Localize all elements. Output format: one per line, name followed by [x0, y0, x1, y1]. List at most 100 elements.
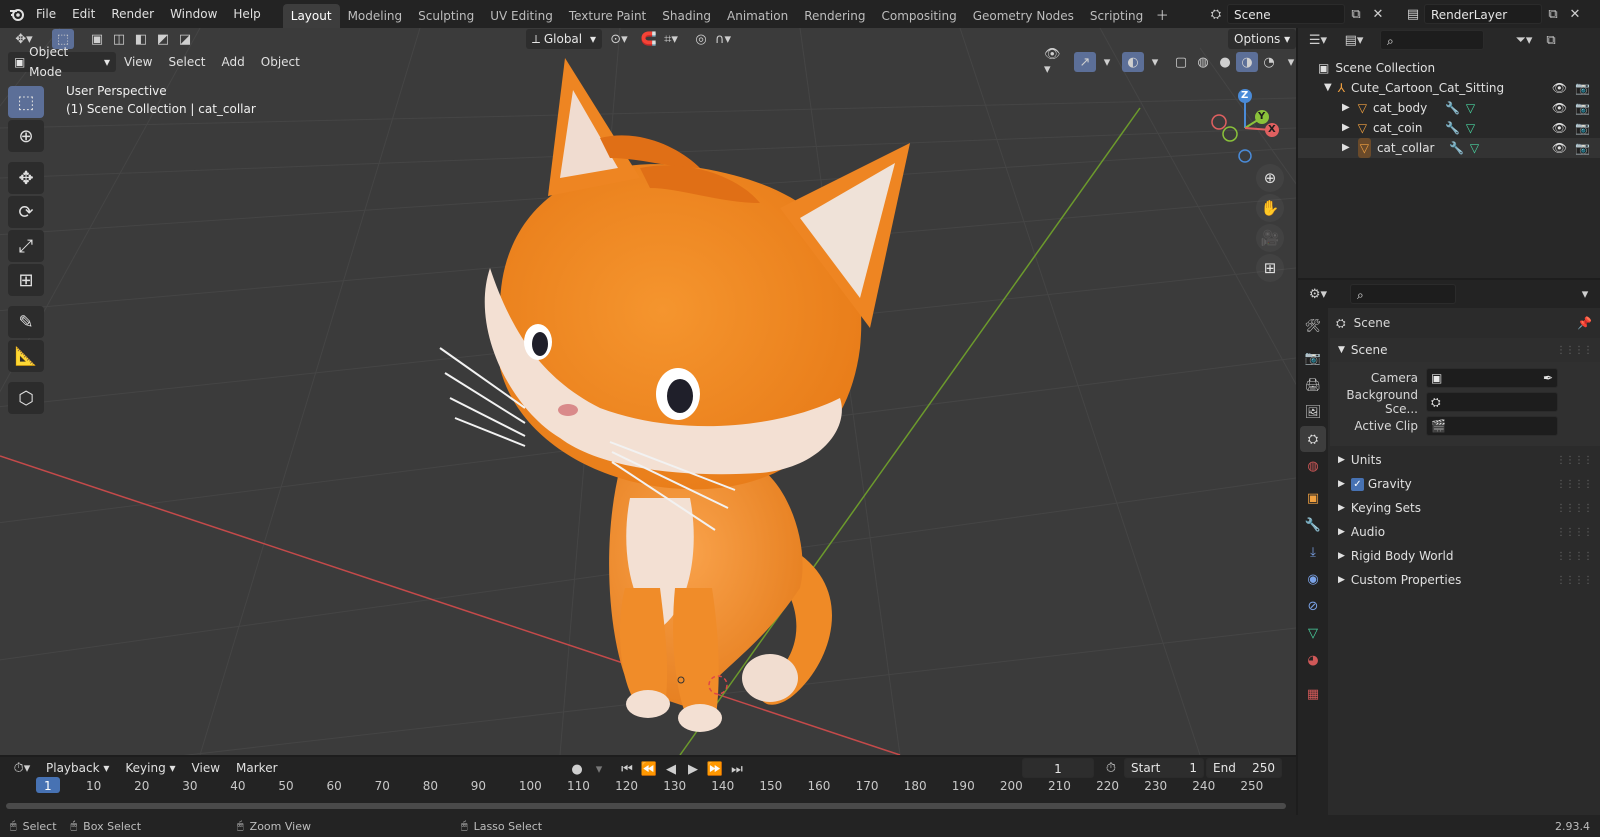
section-audio[interactable]: ▶ Audio ⋮⋮⋮⋮ [1330, 520, 1600, 544]
proportional-edit-icon[interactable]: ◎ [690, 29, 712, 49]
section-units[interactable]: ▶ Units ⋮⋮⋮⋮ [1330, 448, 1600, 472]
menu-select[interactable]: Select [160, 51, 213, 73]
options-dropdown[interactable]: Options ▾ [1228, 29, 1296, 49]
tab-shading[interactable]: Shading [654, 4, 719, 28]
rendered-shading-icon[interactable]: ◔ [1258, 52, 1280, 72]
camera-render-icon[interactable]: 📷 [1575, 118, 1590, 138]
select-mode-difference-icon[interactable]: ◩ [152, 29, 174, 49]
timeline-scrollbar[interactable] [6, 803, 1286, 809]
eye-icon[interactable]: 👁 [1552, 98, 1567, 118]
snap-icon[interactable]: 🧲 [638, 29, 660, 49]
camera-render-icon[interactable]: 📷 [1575, 78, 1590, 98]
camera-render-icon[interactable]: 📷 [1575, 138, 1590, 158]
mode-dropdown[interactable]: ▣ Object Mode ▾ [8, 45, 116, 79]
section-gravity[interactable]: ▶ ✓ Gravity ⋮⋮⋮⋮ [1330, 472, 1600, 496]
tab-compositing[interactable]: Compositing [873, 4, 964, 28]
wireframe-shading-icon[interactable]: ◍ [1192, 52, 1214, 72]
properties-options-icon[interactable]: ▾ [1574, 284, 1596, 304]
outliner-row-cat-collar[interactable]: ▶ ▽ cat_collar 🔧 ▽ 👁 📷 [1298, 138, 1600, 158]
menu-view[interactable]: View [116, 51, 160, 73]
menu-file[interactable]: File [28, 0, 64, 28]
filter-icon[interactable]: ⏷▾ [1508, 30, 1540, 50]
tool-tab-icon[interactable]: 🛠 [1300, 313, 1326, 339]
delete-view-layer-icon[interactable]: ✕ [1564, 4, 1586, 24]
mesh-data-icon[interactable]: ▽ [1470, 138, 1479, 158]
camera-view-icon[interactable]: 🎥 [1256, 224, 1284, 252]
new-view-layer-icon[interactable]: ⧉ [1542, 4, 1564, 24]
section-keying-sets[interactable]: ▶ Keying Sets ⋮⋮⋮⋮ [1330, 496, 1600, 520]
menu-window[interactable]: Window [162, 0, 225, 28]
tweak-tool-icon[interactable]: ⬚ [8, 86, 44, 118]
world-tab-icon[interactable]: ◍ [1300, 453, 1326, 479]
mesh-data-icon[interactable]: ▽ [1466, 118, 1475, 138]
rotate-tool-icon[interactable]: ⟳ [8, 196, 44, 228]
scene-name-field[interactable]: Scene [1227, 4, 1345, 24]
gizmo-icon[interactable]: ↗ [1074, 52, 1096, 72]
material-shading-icon[interactable]: ◑ [1236, 52, 1258, 72]
section-custom-properties[interactable]: ▶ Custom Properties ⋮⋮⋮⋮ [1330, 568, 1600, 592]
menu-add[interactable]: Add [214, 51, 253, 73]
add-cube-tool-icon[interactable]: ⬡ [8, 382, 44, 414]
falloff-icon[interactable]: ∩▾ [712, 29, 734, 49]
tab-scripting[interactable]: Scripting [1082, 4, 1151, 28]
active-clip-field[interactable]: 🎬 [1426, 416, 1558, 436]
pivot-point-icon[interactable]: ⊙▾ [608, 29, 630, 49]
perspective-grid-icon[interactable]: ⊞ [1256, 254, 1284, 282]
expand-right-icon[interactable]: ▶ [1342, 98, 1350, 118]
outliner-row-collection[interactable]: ▼ ⅄ Cute_Cartoon_Cat_Sitting 👁 📷 [1298, 78, 1600, 98]
transform-tool-icon[interactable]: ⊞ [8, 264, 44, 296]
outliner-search-input[interactable]: ⌕ [1380, 30, 1484, 50]
tab-layout[interactable]: Layout [282, 4, 340, 28]
menu-object[interactable]: Object [253, 51, 308, 73]
delete-scene-icon[interactable]: ✕ [1367, 4, 1389, 24]
outliner-row-cat-body[interactable]: ▶ ▽ cat_body 🔧 ▽ 👁 📷 [1298, 98, 1600, 118]
background-scene-field[interactable]: ⛭ [1426, 392, 1558, 412]
eye-icon[interactable]: 👁 [1552, 138, 1567, 158]
physics-tab-icon[interactable]: ◉ [1300, 566, 1326, 592]
modifier-tab-icon[interactable]: 🔧 [1300, 512, 1326, 538]
expand-down-icon[interactable]: ▼ [1324, 78, 1332, 98]
visibility-icon[interactable]: 👁▾ [1044, 47, 1066, 77]
expand-right-icon[interactable]: ▶ [1342, 118, 1350, 138]
section-rigid-body-world[interactable]: ▶ Rigid Body World ⋮⋮⋮⋮ [1330, 544, 1600, 568]
tab-rendering[interactable]: Rendering [796, 4, 873, 28]
tab-texture-paint[interactable]: Texture Paint [561, 4, 654, 28]
gizmo-dropdown-icon[interactable]: ▾ [1096, 52, 1118, 72]
zoom-icon[interactable]: ⊕ [1256, 164, 1284, 192]
annotate-tool-icon[interactable]: ✎ [8, 306, 44, 338]
solid-shading-icon[interactable]: ● [1214, 52, 1236, 72]
data-tab-icon[interactable]: ▽ [1300, 620, 1326, 646]
transform-orientation-dropdown[interactable]: ⟂ Global ▾ [526, 29, 602, 49]
xray-icon[interactable]: ▢ [1170, 52, 1192, 72]
eye-icon[interactable]: 👁 [1552, 78, 1567, 98]
select-mode-intersect-icon[interactable]: ◪ [174, 29, 196, 49]
tab-sculpting[interactable]: Sculpting [410, 4, 482, 28]
menu-edit[interactable]: Edit [64, 0, 103, 28]
scene-tab-icon[interactable]: ⛭ [1300, 426, 1326, 452]
cursor-tool-icon[interactable]: ⊕ [8, 120, 44, 152]
overlays-dropdown-icon[interactable]: ▾ [1144, 52, 1166, 72]
drag-grip-icon[interactable]: ⋮⋮⋮⋮ [1556, 503, 1593, 514]
shading-dropdown-icon[interactable]: ▾ [1280, 52, 1296, 72]
select-mode-subtract-icon[interactable]: ◧ [130, 29, 152, 49]
view-layer-field[interactable]: RenderLayer [1424, 4, 1542, 24]
overlays-icon[interactable]: ◐ [1122, 52, 1144, 72]
eye-icon[interactable]: 👁 [1552, 118, 1567, 138]
drag-grip-icon[interactable]: ⋮⋮⋮⋮ [1556, 345, 1593, 356]
object-tab-icon[interactable]: ▣ [1300, 485, 1326, 511]
view-layer-icon[interactable]: ▤ [1402, 4, 1424, 24]
outliner-row-cat-coin[interactable]: ▶ ▽ cat_coin 🔧 ▽ 👁 📷 [1298, 118, 1600, 138]
3d-viewport[interactable]: ✥ ▾ ⬚ ▣ ◫ ◧ ◩ ◪ ⟂ Global ▾ ⊙▾ 🧲 ⌗▾ ◎ ∩▾ O… [0, 28, 1296, 755]
properties-search-input[interactable]: ⌕ [1350, 284, 1456, 304]
measure-tool-icon[interactable]: 📐 [8, 340, 44, 372]
expand-right-icon[interactable]: ▶ [1342, 138, 1350, 158]
snap-target-icon[interactable]: ⌗▾ [660, 29, 682, 49]
drag-grip-icon[interactable]: ⋮⋮⋮⋮ [1556, 527, 1593, 538]
menu-help[interactable]: Help [225, 0, 268, 28]
texture-tab-icon[interactable]: ▦ [1300, 681, 1326, 707]
particles-tab-icon[interactable]: ⤓ [1300, 539, 1326, 565]
scene-selector-icon[interactable]: ⛭ [1205, 4, 1227, 24]
pin-icon[interactable]: 📌 [1577, 316, 1592, 330]
render-tab-icon[interactable]: 📷 [1300, 345, 1326, 371]
output-tab-icon[interactable]: 🖨 [1300, 372, 1326, 398]
